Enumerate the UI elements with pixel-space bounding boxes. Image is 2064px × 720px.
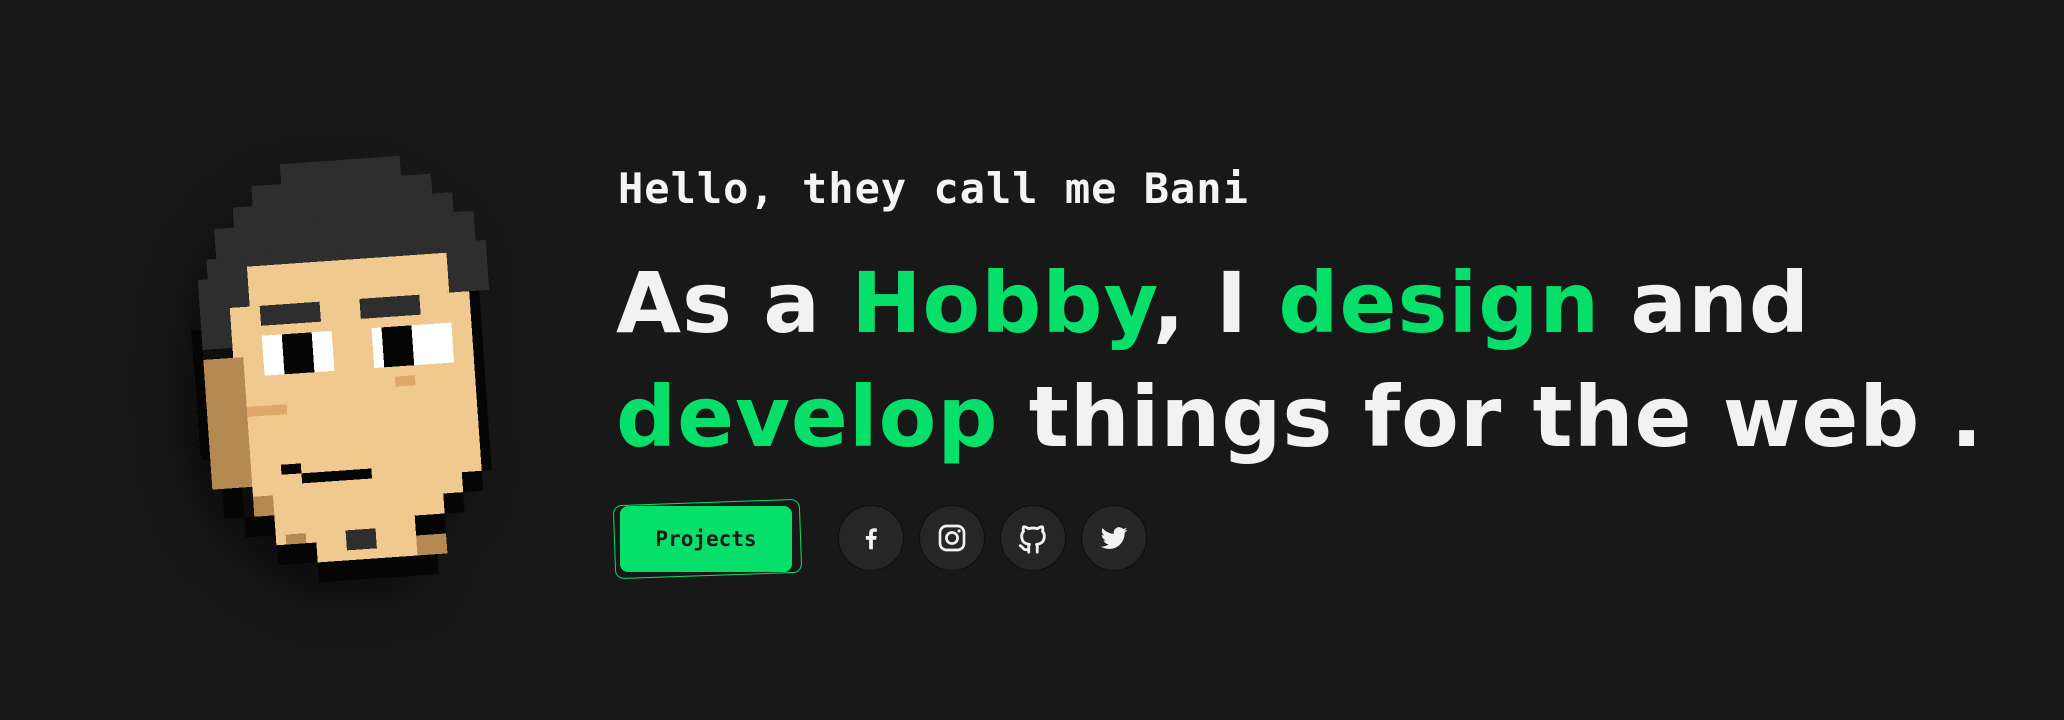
headline-segment: As a	[616, 254, 852, 352]
github-link[interactable]	[1000, 505, 1066, 571]
facebook-link[interactable]	[838, 505, 904, 571]
headline-segment: and	[1600, 254, 1811, 352]
greeting-text: Hello, they call me Bani	[618, 164, 1249, 213]
headline-segment: , I	[1152, 254, 1279, 352]
pixel-avatar	[191, 155, 555, 598]
actions-row: Projects	[612, 498, 1147, 580]
github-icon	[1018, 525, 1046, 554]
headline-accent-design: design	[1278, 254, 1601, 352]
headline-accent-hobby: Hobby	[851, 254, 1153, 352]
instagram-icon	[938, 524, 966, 552]
social-links	[838, 505, 1147, 571]
headline-accent-develop: develop	[616, 368, 999, 466]
twitter-link[interactable]	[1081, 505, 1147, 571]
headline-line-2: develop things for the web .	[616, 360, 1983, 474]
projects-button-label: Projects	[620, 506, 792, 572]
twitter-icon	[1100, 527, 1128, 549]
facebook-icon	[865, 528, 877, 550]
headline-line-1: As a Hobby, I design and	[616, 246, 1936, 360]
headline: As a Hobby, I design and develop things …	[616, 246, 1983, 474]
projects-button[interactable]: Projects	[612, 498, 803, 580]
instagram-link[interactable]	[919, 505, 985, 571]
headline-segment: things for the web .	[998, 368, 1984, 466]
